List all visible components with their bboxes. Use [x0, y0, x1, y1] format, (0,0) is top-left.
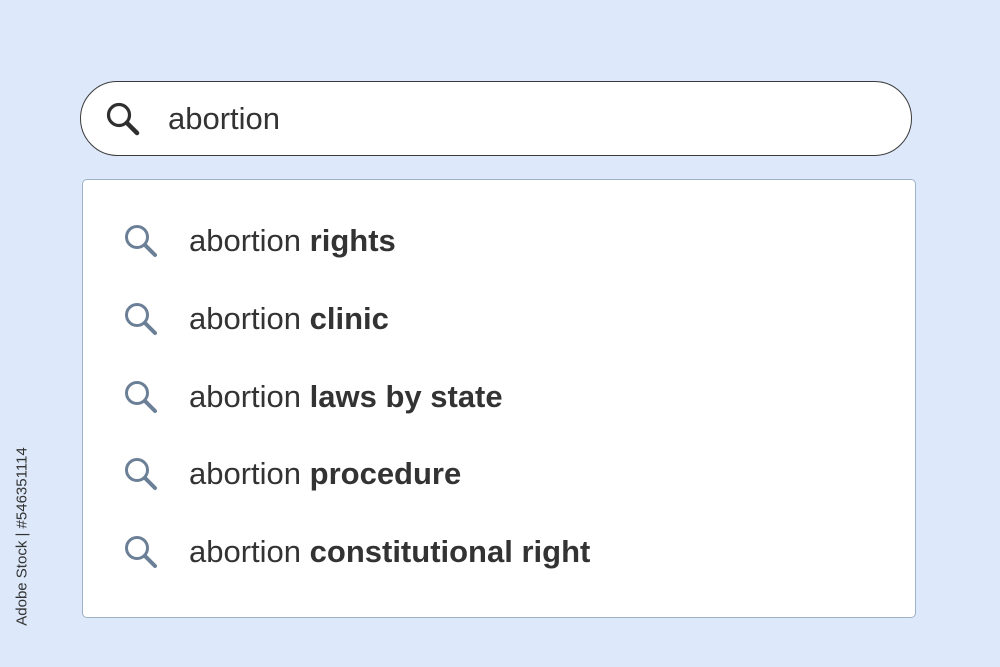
- suggestion-item[interactable]: abortion constitutional right: [83, 522, 915, 582]
- stock-credit-text: Adobe Stock | #546351114: [13, 446, 31, 626]
- search-icon: [121, 299, 161, 339]
- suggestion-completion: procedure: [309, 456, 462, 491]
- suggestion-item[interactable]: abortion procedure: [83, 444, 915, 504]
- suggestion-prefix: abortion: [189, 223, 310, 258]
- suggestion-completion: laws by state: [309, 379, 503, 414]
- search-icon: [121, 532, 161, 572]
- suggestion-item[interactable]: abortion laws by state: [83, 367, 915, 427]
- suggestion-text: abortion rights: [189, 223, 396, 259]
- suggestion-prefix: abortion: [189, 456, 310, 491]
- search-icon: [121, 454, 161, 494]
- stock-credit: Adobe Stock | #546351114: [7, 436, 37, 636]
- search-icon[interactable]: [103, 99, 143, 139]
- suggestion-item[interactable]: abortion clinic: [83, 289, 915, 349]
- suggestion-item[interactable]: abortion rights: [83, 211, 915, 271]
- search-icon: [121, 377, 161, 417]
- suggestion-text: abortion constitutional right: [189, 534, 590, 570]
- suggestion-prefix: abortion: [189, 301, 310, 336]
- search-icon: [121, 221, 161, 261]
- suggestion-completion: clinic: [309, 301, 389, 336]
- suggestion-text: abortion laws by state: [189, 379, 503, 415]
- suggestions-dropdown: abortion rights abortion clinic abortion…: [82, 179, 916, 618]
- search-input[interactable]: [168, 96, 868, 141]
- search-bar[interactable]: [80, 81, 912, 156]
- suggestion-text: abortion clinic: [189, 301, 389, 337]
- suggestion-completion: rights: [309, 223, 396, 258]
- suggestion-prefix: abortion: [189, 534, 310, 569]
- suggestion-prefix: abortion: [189, 379, 310, 414]
- suggestion-text: abortion procedure: [189, 456, 461, 492]
- suggestion-completion: constitutional right: [309, 534, 591, 569]
